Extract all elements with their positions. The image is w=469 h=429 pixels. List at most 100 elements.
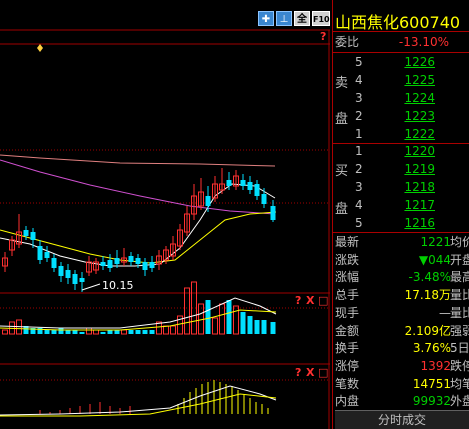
- stat-row: 涨幅 -3.48% 最高: [333, 268, 469, 287]
- volume-ma-white: [0, 297, 277, 329]
- volume-bar-down: [270, 322, 276, 334]
- candle-body-down: [270, 206, 276, 220]
- stat-label: 内盘: [335, 394, 360, 409]
- candle-body-down: [247, 182, 253, 190]
- buy-level-number: 3: [355, 180, 363, 194]
- buy-level-row[interactable]: 1 1220: [333, 142, 469, 161]
- stat-row: 金额 2.109亿 强弱: [333, 322, 469, 341]
- stat-value: 14751: [412, 376, 451, 391]
- candle-body-down: [72, 274, 78, 284]
- sell-level-row[interactable]: 4 1225: [333, 71, 469, 90]
- stat-value: ▼044: [418, 252, 451, 267]
- stat-row: 总手 17.18万 量比: [333, 286, 469, 305]
- webi-value: -13.10%: [398, 35, 449, 49]
- indicator-line-white: [0, 385, 277, 416]
- stat-value: 2.109亿: [404, 323, 451, 338]
- volume-close-icon[interactable]: X: [306, 295, 314, 307]
- volume-bar-down: [247, 316, 253, 334]
- stat-label: 笔数: [335, 376, 360, 391]
- buy-level-number: 2: [355, 162, 363, 176]
- candle-body-down: [254, 184, 260, 196]
- volume-bar-up: [93, 329, 99, 335]
- volume-bar-down: [100, 332, 106, 334]
- candle-body-down: [226, 180, 232, 186]
- main-help-icon[interactable]: ?: [320, 31, 326, 43]
- sell-level-row[interactable]: 2 1223: [333, 107, 469, 126]
- volume-bar-up: [2, 329, 8, 335]
- stat-label: 换手: [335, 341, 360, 356]
- stat-value: 3.76%: [412, 341, 451, 356]
- stat-extra-label: 最高: [450, 270, 469, 285]
- candle-body-down: [205, 196, 211, 206]
- indicator-window-icon[interactable]: □: [318, 367, 328, 379]
- volume-bar-up: [163, 325, 169, 335]
- volume-bar-down: [240, 312, 246, 334]
- stat-value: 99932: [412, 394, 451, 409]
- flag-button[interactable]: ⊥: [276, 11, 292, 26]
- stock-title: 山西焦化600740: [335, 13, 461, 32]
- candle-body-down: [51, 258, 57, 268]
- buy-level-row[interactable]: 3 1218: [333, 178, 469, 197]
- candle-body-down: [30, 232, 36, 240]
- sell-level-number: 5: [355, 55, 363, 69]
- indicator-line-yellow: [0, 393, 277, 417]
- stat-row: 涨停 1392 跌停: [333, 357, 469, 376]
- indicator-close-icon[interactable]: X: [306, 367, 314, 379]
- candle-body-down: [44, 252, 50, 258]
- candle-body-down: [261, 194, 267, 204]
- stat-value: -3.48%: [408, 270, 451, 285]
- buy-level-price: 1217: [404, 198, 435, 212]
- stat-extra-label: 量比: [450, 305, 469, 320]
- buy-level-row[interactable]: 2 1219: [333, 160, 469, 179]
- crosshair-button[interactable]: ✚: [258, 11, 274, 26]
- candle-body-down: [128, 256, 134, 262]
- f10-button[interactable]: F10: [312, 11, 330, 26]
- volume-help-icon[interactable]: ?: [295, 295, 301, 307]
- volume-bar-down: [149, 330, 155, 334]
- stat-row: 涨跌 ▼044 开盘: [333, 251, 469, 270]
- sell-level-row[interactable]: 5 1226: [333, 53, 469, 72]
- sell-level-row[interactable]: 3 1224: [333, 89, 469, 108]
- indicator-help-icon[interactable]: ?: [295, 367, 301, 379]
- fullscreen-button[interactable]: 全: [294, 11, 310, 26]
- buy-level-number: 4: [355, 198, 363, 212]
- tab-tick-trades[interactable]: 分时成交: [335, 410, 469, 429]
- quote-panel: 山西焦化600740 委比 -13.10% 卖盘 5 1226 4 1225 3 1224 2…: [332, 0, 469, 429]
- volume-bar-up: [121, 329, 127, 335]
- stat-row: 笔数 14751 均笔: [333, 375, 469, 394]
- volume-window-icon[interactable]: □: [318, 295, 328, 307]
- buy-level-row[interactable]: 4 1217: [333, 196, 469, 215]
- buy-level-row[interactable]: 5 1216: [333, 214, 469, 233]
- volume-bar-down: [205, 300, 211, 334]
- ma-line-pink: [0, 154, 276, 167]
- volume-bar-down: [135, 330, 141, 334]
- sell-level-price: 1223: [404, 109, 435, 123]
- stat-row: 最新 1221 均价: [333, 233, 469, 252]
- stat-extra-label: 量比: [450, 288, 469, 303]
- sell-level-price: 1224: [404, 91, 435, 105]
- candle-body-down: [65, 270, 71, 278]
- candle-body-down: [100, 262, 106, 266]
- ma-line-purple: [0, 159, 276, 215]
- buy-level-number: 1: [355, 144, 363, 158]
- kline-chart-svg[interactable]: 10.15: [0, 0, 330, 429]
- candle-body-down: [149, 262, 155, 268]
- stat-row: 现手 — 量比: [333, 304, 469, 323]
- volume-bar-down: [107, 330, 113, 334]
- buy-level-price: 1218: [404, 180, 435, 194]
- stat-label: 涨停: [335, 358, 360, 373]
- candle-body-down: [135, 258, 141, 264]
- stat-label: 现手: [335, 305, 360, 320]
- sell-level-number: 4: [355, 73, 363, 87]
- low-price-label: 10.15: [102, 279, 134, 292]
- sell-level-price: 1226: [404, 55, 435, 69]
- stat-extra-label: 强弱: [450, 323, 469, 338]
- webi-label: 委比: [335, 35, 360, 49]
- buy-level-price: 1219: [404, 162, 435, 176]
- volume-bar-down: [261, 320, 267, 334]
- stat-label: 总手: [335, 288, 360, 303]
- stat-label: 涨跌: [335, 252, 360, 267]
- webi-row: 委比 -13.10%: [333, 33, 469, 52]
- stat-value: 17.18万: [404, 288, 451, 303]
- kline-chart-area[interactable]: 10.15 ✚ ⊥ 全 F10 ? ? X □ ? X □: [0, 0, 330, 429]
